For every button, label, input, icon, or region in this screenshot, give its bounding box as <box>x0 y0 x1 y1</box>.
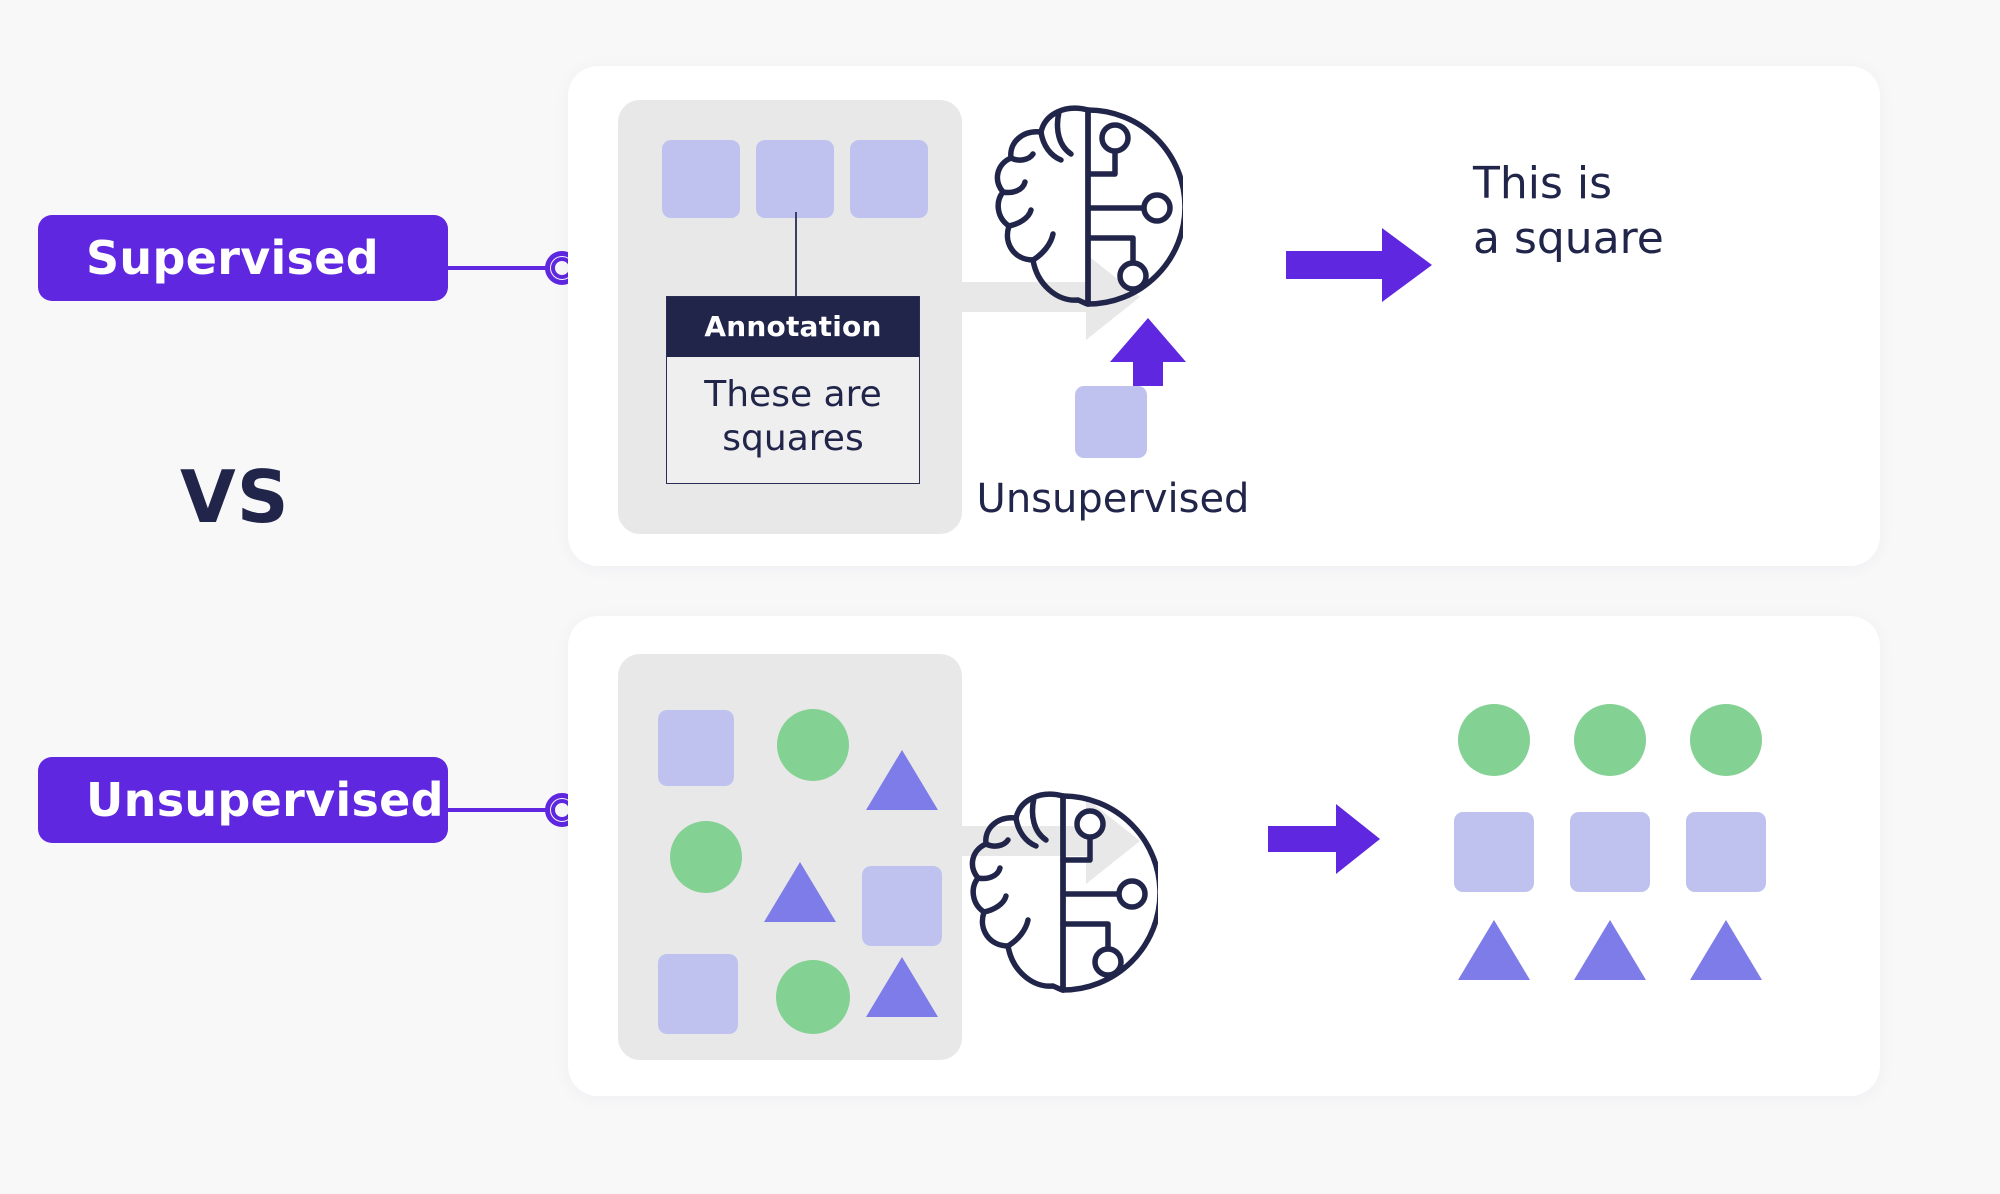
output-square-shape <box>1454 812 1534 892</box>
output-circle-shape <box>1574 704 1646 776</box>
input-triangle-shape <box>764 862 836 922</box>
unsupervised-badge[interactable]: Unsupervised <box>38 757 448 843</box>
output-square-shape <box>1686 812 1766 892</box>
output-arrow-icon <box>1268 804 1380 874</box>
input-circle-shape <box>776 960 850 1034</box>
output-triangle-shape <box>1574 920 1646 980</box>
output-square-shape <box>1570 812 1650 892</box>
supervised-result-text: This is a square <box>1473 158 1664 264</box>
brain-ai-icon <box>994 105 1183 307</box>
output-arrow-icon <box>1286 228 1432 302</box>
input-square-shape <box>850 140 928 218</box>
output-circle-shape <box>1458 704 1530 776</box>
annotation-card: Annotation These are squares <box>666 296 920 484</box>
unsupervised-card <box>568 616 1880 1096</box>
input-square-shape <box>658 710 734 786</box>
output-circle-shape <box>1690 704 1762 776</box>
input-circle-shape <box>777 709 849 781</box>
input-triangle-shape <box>866 957 938 1017</box>
input-square-shape <box>662 140 740 218</box>
input-square-shape <box>862 866 942 946</box>
output-triangle-shape <box>1690 920 1762 980</box>
diagram-canvas: Supervised VS Unsupervised Annotation Th… <box>0 0 2000 1194</box>
supervised-input-panel: Annotation These are squares <box>618 100 962 534</box>
input-square-shape <box>658 954 738 1034</box>
input-circle-shape <box>670 821 742 893</box>
supervised-badge[interactable]: Supervised <box>38 215 448 301</box>
input-square-shape <box>756 140 834 218</box>
supervised-connector-line <box>440 266 550 270</box>
feedback-label: Unsupervised <box>976 476 1250 522</box>
annotation-body: These are squares <box>704 374 882 459</box>
unsupervised-connector-line <box>440 808 550 812</box>
annotation-leader-line <box>795 212 797 298</box>
input-triangle-shape <box>866 750 938 810</box>
brain-ai-icon <box>969 791 1158 993</box>
output-triangle-shape <box>1458 920 1530 980</box>
feedback-up-arrow-icon <box>1110 318 1186 386</box>
vs-label: VS <box>180 455 290 539</box>
annotation-header: Annotation <box>667 297 919 357</box>
supervised-card: Annotation These are squares This is a s… <box>568 66 1880 566</box>
unsupervised-input-panel <box>618 654 962 1060</box>
feedback-square-shape <box>1075 386 1147 458</box>
